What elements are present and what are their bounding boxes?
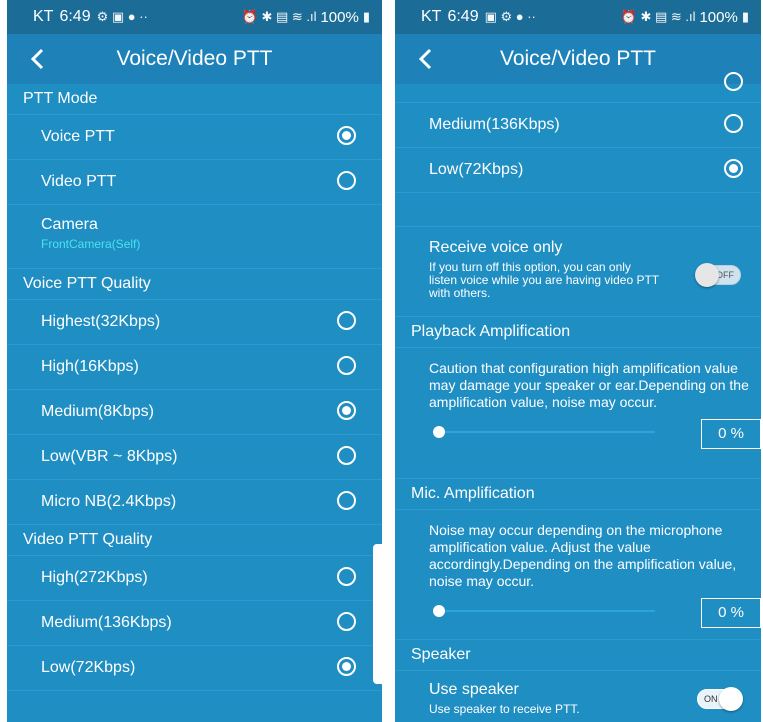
clock-text: 6:49 (59, 8, 91, 25)
option-video-medium[interactable]: Medium(136Kbps) (395, 103, 761, 148)
settings-list: PTT Mode Voice PTT Video PTT Camera Fron… (7, 84, 382, 722)
setting-title: Receive voice only (429, 239, 563, 256)
radio-unselected[interactable] (337, 446, 356, 465)
option-video-low[interactable]: Low(72Kbps) (7, 646, 382, 691)
option-voice-ptt[interactable]: Voice PTT (7, 115, 382, 160)
radio-unselected[interactable] (337, 171, 356, 190)
app-bar: Voice/Video PTT (395, 34, 761, 84)
signal-icons: ⏰ ✱ ▤ ≋ .ıl (241, 9, 317, 24)
section-playback: Playback Amplification (395, 317, 761, 348)
option-label: Video PTT (41, 173, 117, 190)
option-label: Medium(8Kbps) (41, 403, 154, 420)
option-label: Low(72Kbps) (41, 659, 136, 676)
section-ptt-mode: PTT Mode (7, 84, 382, 115)
option-label: High(16Kbps) (41, 358, 139, 375)
app-bar: Voice/Video PTT (7, 34, 382, 84)
camera-value: FrontCamera(Self) (41, 237, 141, 251)
status-bar: KT 6:49 ⚙ ▣ ● ·· ⏰ ✱ ▤ ≋ .ıl 100% ▮ (7, 0, 382, 34)
caution-text: Noise may occur depending on the microph… (429, 522, 737, 589)
camera-label: Camera (41, 216, 98, 233)
radio-selected[interactable] (337, 401, 356, 420)
carrier-text: KT (421, 8, 442, 25)
slider-thumb[interactable] (433, 426, 445, 438)
right-screen: KT 6:49 ▣ ⚙ ● ·· ⏰ ✱ ▤ ≋ .ıl 100% ▮ Voic… (395, 0, 761, 722)
battery-icon: ▮ (362, 9, 370, 24)
slider-thumb[interactable] (433, 605, 445, 617)
option-label: Highest(32Kbps) (41, 313, 161, 330)
option-label: Micro NB(2.4Kbps) (41, 493, 177, 510)
option-voice-medium[interactable]: Medium(8Kbps) (7, 390, 382, 435)
radio-selected[interactable] (337, 126, 356, 145)
notification-icons: ⚙ ▣ ● ·· (96, 9, 148, 24)
option-video-medium[interactable]: Medium(136Kbps) (7, 601, 382, 646)
option-label: High(272Kbps) (41, 569, 148, 586)
option-label: Voice PTT (41, 128, 115, 145)
page-title: Voice/Video PTT (116, 47, 273, 70)
caution-text: Caution that configuration high amplific… (429, 360, 749, 410)
slider-track[interactable] (433, 605, 655, 617)
toggle-state: ON (704, 694, 718, 704)
option-video-low[interactable]: Low(72Kbps) (395, 148, 761, 193)
edge-panel-handle[interactable] (373, 544, 382, 684)
left-screen: KT 6:49 ⚙ ▣ ● ·· ⏰ ✱ ▤ ≋ .ıl 100% ▮ Voic… (7, 0, 382, 722)
back-arrow-icon[interactable] (415, 46, 439, 72)
battery-text: 100% (320, 8, 359, 26)
playback-amplification-block: Caution that configuration high amplific… (395, 348, 761, 479)
section-voice-quality: Voice PTT Quality (7, 269, 382, 300)
option-voice-high[interactable]: High(16Kbps) (7, 345, 382, 390)
option-voice-low[interactable]: Low(VBR ~ 8Kbps) (7, 435, 382, 480)
option-video-ptt[interactable]: Video PTT (7, 160, 382, 205)
clock-text: 6:49 (447, 8, 479, 25)
signal-icons: ⏰ ✱ ▤ ≋ .ıl (620, 9, 696, 24)
receive-voice-only-setting: Receive voice only If you turn off this … (395, 227, 761, 317)
notification-icons: ▣ ⚙ ● ·· (484, 9, 536, 24)
option-label: Medium(136Kbps) (41, 614, 172, 631)
radio-unselected[interactable] (337, 491, 356, 510)
radio-selected[interactable] (724, 159, 743, 178)
camera-setting[interactable]: Camera FrontCamera(Self) (7, 205, 382, 269)
slider-track[interactable] (433, 426, 655, 438)
playback-slider-row: 0 % (429, 419, 761, 453)
setting-description: If you turn off this option, you can onl… (429, 260, 659, 300)
toggle-knob (719, 687, 743, 711)
option-voice-micro[interactable]: Micro NB(2.4Kbps) (7, 480, 382, 525)
radio-unselected[interactable] (724, 72, 743, 91)
settings-list: Medium(136Kbps) Low(72Kbps) Receive voic… (395, 72, 761, 722)
option-video-high[interactable]: High(272Kbps) (7, 556, 382, 601)
option-voice-highest[interactable]: Highest(32Kbps) (7, 300, 382, 345)
spacer (395, 193, 761, 227)
page-title: Voice/Video PTT (499, 47, 657, 70)
playback-value: 0 % (701, 419, 761, 449)
toggle-knob (695, 263, 719, 287)
scrolled-item-partial (395, 72, 761, 103)
option-label: Low(72Kbps) (429, 161, 524, 178)
battery-text: 100% (699, 8, 738, 26)
receive-voice-toggle[interactable]: OFF (695, 263, 741, 287)
option-label: Low(VBR ~ 8Kbps) (41, 448, 178, 465)
radio-unselected[interactable] (337, 612, 356, 631)
radio-selected[interactable] (337, 657, 356, 676)
use-speaker-setting: Use speaker Use speaker to receive PTT. … (395, 671, 761, 722)
mic-value: 0 % (701, 598, 761, 628)
section-video-quality: Video PTT Quality (7, 525, 382, 556)
back-arrow-icon[interactable] (27, 46, 51, 72)
setting-description: Use speaker to receive PTT. (429, 702, 580, 716)
radio-unselected[interactable] (337, 567, 356, 586)
setting-title: Use speaker (429, 681, 519, 698)
radio-unselected[interactable] (337, 311, 356, 330)
radio-unselected[interactable] (337, 356, 356, 375)
battery-icon: ▮ (741, 9, 749, 24)
carrier-text: KT (33, 8, 54, 25)
mic-amplification-block: Noise may occur depending on the microph… (395, 510, 761, 640)
radio-unselected[interactable] (724, 114, 743, 133)
use-speaker-toggle[interactable]: ON (697, 687, 743, 711)
section-mic: Mic. Amplification (395, 479, 761, 510)
mic-slider-row: 0 % (429, 598, 761, 632)
section-speaker: Speaker (395, 640, 761, 671)
status-bar: KT 6:49 ▣ ⚙ ● ·· ⏰ ✱ ▤ ≋ .ıl 100% ▮ (395, 0, 761, 34)
option-label: Medium(136Kbps) (429, 116, 560, 133)
